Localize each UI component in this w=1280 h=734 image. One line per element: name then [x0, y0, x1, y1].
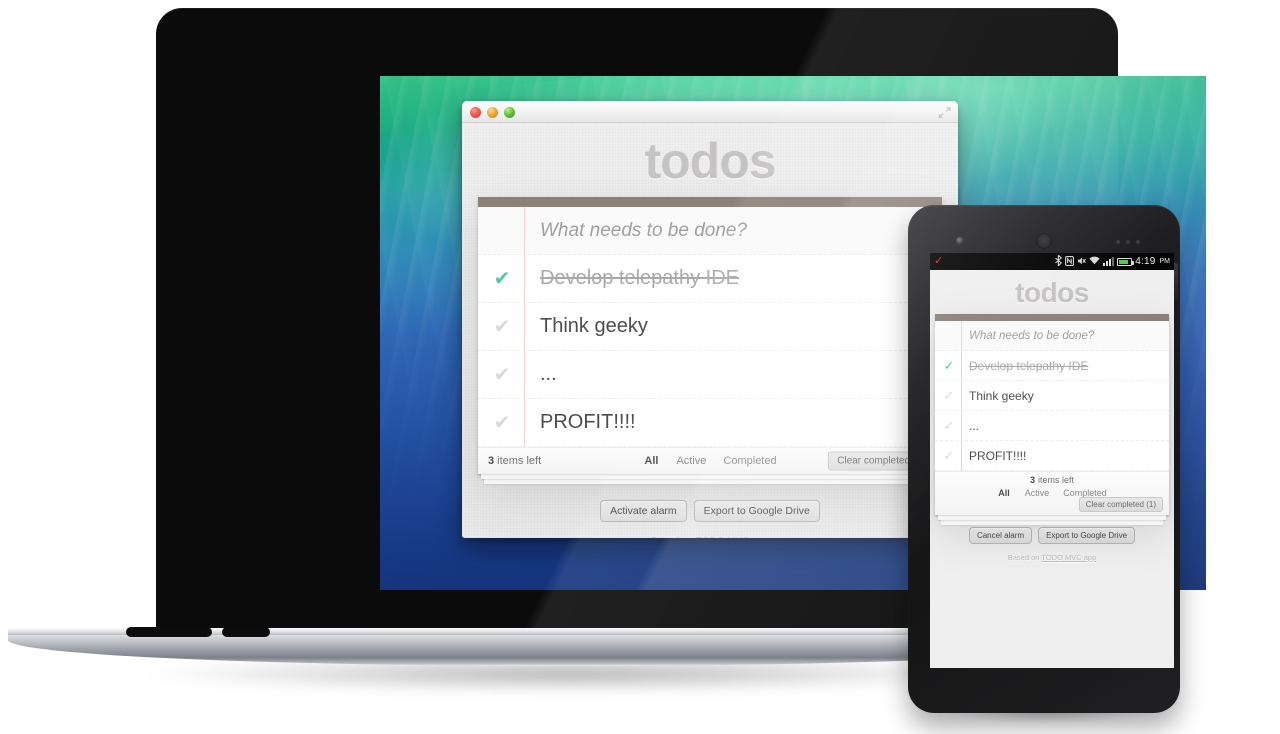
- table-row[interactable]: ✓ ...: [935, 411, 1169, 441]
- new-todo-input[interactable]: What needs to be done?: [969, 321, 1161, 350]
- todo-card: What needs to be done? ✓ Develop telepat…: [935, 314, 1169, 515]
- table-row[interactable]: ✓ Think geeky: [935, 381, 1169, 411]
- new-todo-input[interactable]: What needs to be done?: [540, 207, 934, 254]
- front-camera-icon: [956, 237, 964, 245]
- checkmark-notification-icon: ✓: [934, 255, 944, 267]
- app-title: todos: [644, 133, 776, 189]
- export-to-google-drive-button[interactable]: Export to Google Drive: [693, 500, 820, 522]
- filter-all[interactable]: All: [993, 486, 1015, 500]
- items-left-number: 3: [1029, 475, 1035, 485]
- check-icon: ✓: [943, 417, 955, 433]
- fullscreen-icon[interactable]: [938, 106, 951, 119]
- check-icon: ✔: [493, 364, 511, 386]
- todo-card: What needs to be done? ✔ Develop telepat…: [478, 197, 942, 474]
- scene-root: todos What needs to be done? ✔ Develop t…: [0, 0, 1280, 734]
- activate-alarm-button[interactable]: Activate alarm: [600, 500, 687, 522]
- check-icon: ✓: [943, 357, 955, 373]
- todo-toggle[interactable]: ✔: [478, 255, 526, 302]
- items-left-count: 3 items left: [935, 472, 1169, 485]
- status-notifications: ✓: [934, 256, 1055, 267]
- credit-prefix: Based on: [651, 536, 693, 538]
- todo-toggle[interactable]: ✔: [478, 303, 526, 350]
- filter-all[interactable]: All: [639, 453, 663, 469]
- todo-footer: 3 items left All Active Completed Clear …: [478, 447, 942, 474]
- android-status-bar: ✓ 4:19 PM: [930, 253, 1174, 270]
- left-rule-line: [524, 207, 525, 254]
- close-button[interactable]: [470, 107, 481, 118]
- table-row[interactable]: ✓ PROFIT!!!!: [935, 441, 1169, 471]
- table-row[interactable]: ✔ Think geeky: [478, 303, 942, 351]
- mute-icon: [1077, 256, 1087, 268]
- phone-screen: ✓ 4:19 PM todos What needs to be done? ✓…: [930, 253, 1174, 668]
- browser-titlebar[interactable]: [462, 101, 958, 123]
- browser-content: todos What needs to be done? ✔ Develop t…: [462, 123, 958, 538]
- extra-buttons: Cancel alarm Export to Google Drive: [930, 527, 1174, 544]
- todomvc-link[interactable]: TODO MVC app: [1041, 553, 1096, 562]
- browser-window[interactable]: todos What needs to be done? ✔ Develop t…: [462, 101, 958, 538]
- proximity-sensors-icon: [1116, 240, 1140, 244]
- window-traffic-lights: [470, 107, 515, 118]
- filter-completed[interactable]: Completed: [719, 454, 780, 468]
- items-left-label: items left: [1038, 475, 1075, 485]
- zoom-button[interactable]: [504, 107, 515, 118]
- toggle-all-bar[interactable]: [478, 197, 942, 207]
- status-ampm: PM: [1159, 258, 1171, 265]
- wifi-icon: [1089, 256, 1100, 267]
- signal-icon: [1103, 257, 1115, 266]
- filter-active[interactable]: Active: [672, 454, 710, 468]
- check-icon: ✔: [493, 268, 511, 290]
- todo-label[interactable]: PROFIT!!!!: [540, 411, 636, 434]
- table-row[interactable]: ✓ Develop telepathy IDE: [935, 351, 1169, 381]
- check-icon: ✓: [943, 447, 955, 463]
- todomvc-link[interactable]: TODO MVC app: [696, 536, 769, 538]
- todo-toggle[interactable]: ✓: [935, 351, 963, 380]
- todo-label[interactable]: PROFIT!!!!: [969, 449, 1026, 463]
- clear-completed-button[interactable]: Clear completed (1): [1078, 497, 1163, 512]
- extra-buttons: Activate alarm Export to Google Drive: [462, 500, 958, 522]
- table-row[interactable]: ✔ Develop telepathy IDE: [478, 255, 942, 303]
- todo-toggle[interactable]: ✔: [478, 399, 526, 446]
- toggle-all-bar[interactable]: [935, 314, 1169, 321]
- nfc-icon: [1065, 255, 1075, 268]
- phone-device: ✓ 4:19 PM todos What needs to be done? ✓…: [900, 205, 1190, 727]
- new-todo-row[interactable]: What needs to be done?: [935, 321, 1169, 351]
- todo-label[interactable]: Think geeky: [540, 315, 648, 338]
- battery-icon: [1117, 257, 1135, 266]
- check-icon: ✔: [493, 412, 511, 434]
- phone-app-content: todos What needs to be done? ✓ Develop t…: [930, 270, 1174, 668]
- new-todo-row[interactable]: What needs to be done?: [478, 207, 942, 255]
- todo-toggle[interactable]: ✔: [478, 351, 526, 398]
- power-button[interactable]: [1174, 263, 1178, 301]
- credit-prefix: Based on: [1007, 553, 1040, 562]
- todo-toggle[interactable]: ✓: [935, 441, 963, 470]
- credit-line: Based on TODO MVC app: [930, 553, 1174, 562]
- todo-toggle[interactable]: ✓: [935, 411, 963, 440]
- todo-label[interactable]: Develop telepathy IDE: [969, 359, 1088, 373]
- status-indicators: 4:19 PM: [1055, 254, 1171, 268]
- table-row[interactable]: ✔ PROFIT!!!!: [478, 399, 942, 447]
- bluetooth-icon: [1055, 254, 1063, 268]
- status-time: 4:19: [1135, 256, 1156, 267]
- laptop-port-left: [126, 627, 212, 637]
- credit-line: Based on TODO MVC app: [462, 536, 958, 538]
- app-title: todos: [1015, 277, 1089, 308]
- todo-label[interactable]: Develop telepathy IDE: [540, 267, 739, 290]
- todo-toggle[interactable]: ✓: [935, 381, 963, 410]
- export-to-google-drive-button[interactable]: Export to Google Drive: [1038, 527, 1136, 544]
- todo-label[interactable]: ...: [540, 363, 557, 386]
- left-rule-line: [961, 321, 962, 350]
- cancel-alarm-button[interactable]: Cancel alarm: [968, 527, 1033, 544]
- table-row[interactable]: ✔ ...: [478, 351, 942, 399]
- check-icon: ✓: [943, 387, 955, 403]
- laptop-port-right: [222, 627, 270, 637]
- earpiece-speaker-icon: [1036, 233, 1052, 249]
- check-icon: ✔: [493, 316, 511, 338]
- minimize-button[interactable]: [487, 107, 498, 118]
- todo-label[interactable]: ...: [969, 419, 979, 433]
- phone-body: ✓ 4:19 PM todos What needs to be done? ✓…: [908, 205, 1180, 713]
- todo-footer: 3 items left All Active Completed Clear …: [935, 471, 1169, 515]
- filter-active[interactable]: Active: [1021, 487, 1054, 499]
- todo-label[interactable]: Think geeky: [969, 389, 1034, 403]
